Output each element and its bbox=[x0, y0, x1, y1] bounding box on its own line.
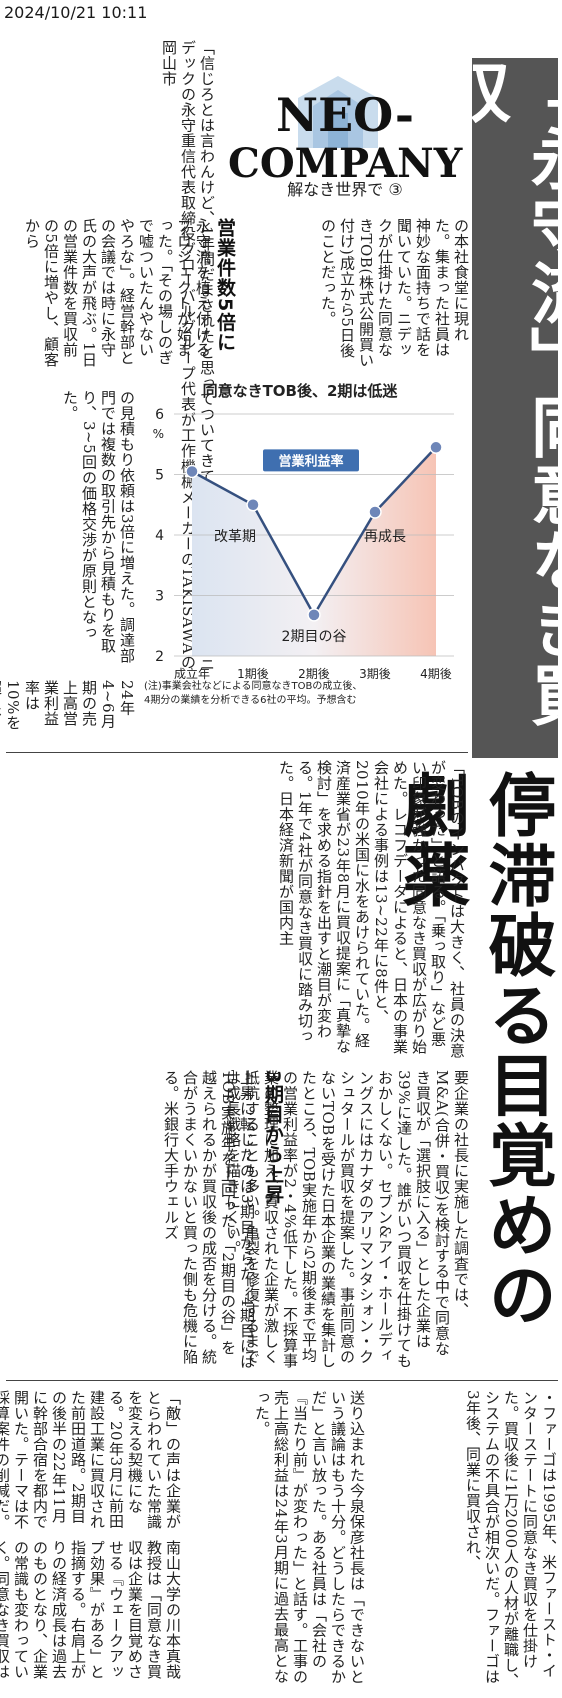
body-col-3: 永守流を植え付けるプロジェクトが始まった。「その場しのぎで嘘ついたんやないやろな… bbox=[23, 218, 212, 368]
body-col-11: 「敵」の声は企業がとらわれていた常識を変える契機になる。20年3月に前田建設工業… bbox=[0, 1390, 182, 1530]
chart-ytick-label: 4 bbox=[155, 528, 164, 544]
body-col-1: の本社食堂に現れた。集まった社員は神妙な面持ちで話を聞いていた。ニデックが仕掛け… bbox=[319, 218, 470, 368]
chart-point bbox=[246, 498, 260, 512]
chart-title: 同意なきTOB後、2期は低迷 bbox=[202, 382, 398, 400]
chart-xtick-label: 4期後 bbox=[420, 667, 452, 681]
timestamp: 2024/10/21 10:11 bbox=[0, 0, 562, 26]
chart-series-label: 営業利益率 bbox=[278, 453, 343, 469]
divider-1 bbox=[6, 752, 468, 753]
body-col-10: 送り込まれた今泉保彦社長は「できないという議論はもう十分。どうしたらできるかだ」… bbox=[253, 1390, 366, 1685]
body-col-6: 「TOBのインパクトは大きく、社員の決意が変わった」と語る。「乗っ取り」など悪い… bbox=[277, 760, 466, 1059]
body-col-7: 要企業の社長に実施した調査では、M&A(合併・買収)を検討する中で同意なき買収が… bbox=[224, 1070, 470, 1369]
main-headline: 停滞破る目覚めの劇薬 bbox=[390, 770, 555, 1330]
chart-ytick-label: 2 bbox=[155, 649, 164, 665]
chart-area-fill bbox=[192, 447, 436, 656]
chart-note-1: (注)事業会社などによる同意なきTOBの成立後、 bbox=[144, 681, 363, 692]
chart-xtick-label: 1期後 bbox=[237, 667, 269, 681]
divider-2 bbox=[6, 1380, 558, 1381]
body-col-9: ・ファーゴは1995年、米ファースト・インターステートに同意なき買収を仕掛けた。… bbox=[464, 1390, 558, 1689]
chart-xtick-label: 成立年 bbox=[174, 666, 210, 681]
chart-ytick-label: 3 bbox=[155, 589, 164, 605]
chart-point bbox=[185, 464, 199, 479]
chart-note-2: 4期分の業績を分析できる6社の平均。予想含む bbox=[144, 695, 357, 706]
body-col-4: の見積もり依頼は3倍に増えた。調達部門では複数の取引先から見積もりを取り、3~5… bbox=[61, 390, 136, 664]
chart-xtick-label: 3期後 bbox=[359, 667, 391, 681]
body-col-12: 南山大学の川本真哉教授は「同意なき買収は企業を目覚めさせる『ウェークアップ効果』… bbox=[0, 1540, 182, 1680]
chart-annotation: 改革期 bbox=[214, 529, 256, 545]
chart-ylabel: % bbox=[153, 427, 164, 441]
body-col-5: 24年4~6月期の売上高営業利益率は10%を超え、前年同期の赤字から転換した。T… bbox=[0, 680, 136, 731]
logo-line1: NEO- bbox=[276, 88, 414, 142]
chart-point bbox=[429, 440, 443, 455]
chart-point bbox=[307, 608, 321, 622]
chart-annotation: 2期目の谷 bbox=[282, 629, 347, 645]
headline-box: 「永守流」同意なき買収 bbox=[434, 58, 562, 758]
chart-xtick-label: 2期後 bbox=[298, 667, 330, 681]
series-label: 解なき世界で ③ bbox=[287, 180, 403, 199]
chart-ytick-label: 5 bbox=[155, 468, 164, 484]
body-col-8: 上昇に転じたのは3期目からだ。4期目にはTOB実施年を上回った。「2期目の谷」を… bbox=[162, 1070, 256, 1370]
chart-ytick-label: 6 bbox=[155, 407, 164, 423]
subhead-1: 営業件数5倍に bbox=[214, 218, 236, 353]
chart-point bbox=[368, 505, 382, 519]
chart: 同意なきTOB後、2期は低迷 2 3 4 5 6% 成立年 1期後 2期後 3期後 4期後 営業利益… bbox=[138, 380, 462, 718]
chart-annotation: 再成長 bbox=[364, 529, 406, 545]
chart-svg: 2 3 4 5 6% 成立年 1期後 2期後 3期後 4期後 営業利益率改革期 2期目の谷 再成長 bbox=[153, 407, 454, 681]
